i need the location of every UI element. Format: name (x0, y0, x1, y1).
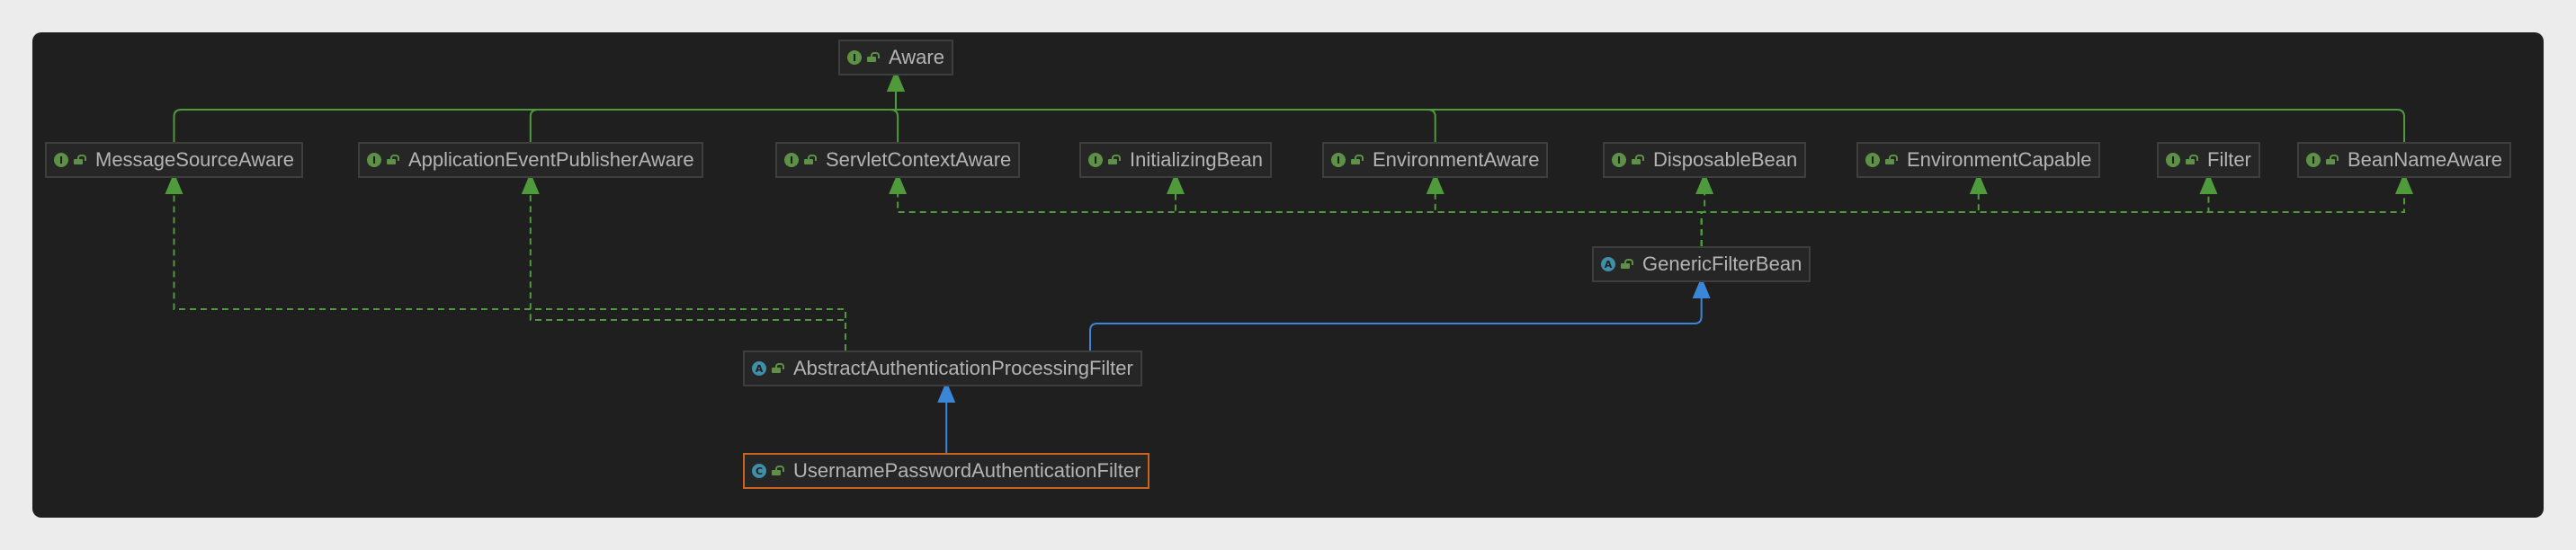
node-label: Filter (2207, 148, 2251, 171)
edge-aapf-to-gfb (1089, 277, 1711, 350)
node-label: AbstractAuthenticationProcessingFilter (793, 357, 1133, 379)
public-icon (2326, 155, 2339, 164)
node-application-event-publisher-aware[interactable]: I ApplicationEventPublisherAware (358, 142, 703, 178)
abstract-class-icon: A (752, 361, 766, 376)
public-icon (772, 363, 784, 373)
edges-layer (165, 70, 2414, 453)
node-label: EnvironmentAware (1373, 148, 1540, 171)
edge-bna-to-aware (886, 70, 2406, 142)
diagram-canvas: I Aware I MessageSourceAware I Applicati… (32, 32, 2544, 518)
interface-icon: I (54, 153, 68, 167)
interface-icon: I (1331, 153, 1346, 167)
public-icon (772, 466, 784, 475)
node-disposable-bean[interactable]: I DisposableBean (1603, 142, 1807, 178)
node-abstract-authentication-processing-filter[interactable]: A AbstractAuthenticationProcessingFilter (743, 350, 1142, 386)
node-label: ServletContextAware (826, 148, 1012, 171)
public-icon (2186, 155, 2198, 164)
public-icon (74, 155, 86, 164)
interface-icon: I (2306, 153, 2321, 167)
public-icon (387, 155, 399, 164)
node-username-password-authentication-filter[interactable]: C UsernamePasswordAuthenticationFilter (743, 453, 1150, 489)
edge-gfb-to-filter (1700, 173, 2218, 246)
interface-icon: I (1612, 153, 1626, 167)
abstract-class-icon: A (1601, 257, 1615, 271)
node-label: EnvironmentCapable (1907, 148, 2092, 171)
node-label: DisposableBean (1653, 148, 1798, 171)
node-filter[interactable]: I Filter (2157, 142, 2260, 178)
node-initializing-bean[interactable]: I InitializingBean (1079, 142, 1272, 178)
node-environment-capable[interactable]: I EnvironmentCapable (1856, 142, 2101, 178)
node-label: InitializingBean (1130, 148, 1263, 171)
public-icon (867, 52, 880, 62)
public-icon (1351, 155, 1364, 164)
node-label: ApplicationEventPublisherAware (408, 148, 694, 171)
interface-icon: I (367, 153, 381, 167)
interface-icon: I (1088, 153, 1103, 167)
node-generic-filter-bean[interactable]: A GenericFilterBean (1592, 246, 1811, 282)
public-icon (1632, 155, 1644, 164)
edge-gfb-to-db (1695, 173, 1714, 246)
edge-aapf-to-msa (165, 173, 846, 350)
edge-aapf-to-aepa (521, 173, 846, 350)
class-icon: C (752, 464, 766, 478)
public-icon (1108, 155, 1121, 164)
node-message-source-aware[interactable]: I MessageSourceAware (45, 142, 303, 178)
edge-gfb-to-ea (1426, 173, 1703, 246)
node-label: Aware (889, 46, 944, 68)
public-icon (804, 155, 817, 164)
node-servlet-context-aware[interactable]: I ServletContextAware (775, 142, 1021, 178)
node-label: UsernamePasswordAuthenticationFilter (793, 459, 1141, 482)
edge-gfb-to-ec (1700, 173, 1988, 246)
edge-gfb-to-sca (889, 173, 1703, 246)
interface-icon: I (1865, 153, 1880, 167)
public-icon (1621, 259, 1633, 269)
interface-icon: I (784, 153, 799, 167)
interface-icon: I (2166, 153, 2180, 167)
node-environment-aware[interactable]: I EnvironmentAware (1322, 142, 1549, 178)
edge-msa-to-aware (173, 70, 905, 142)
node-label: GenericFilterBean (1642, 253, 1802, 275)
edge-ea-to-aware (886, 70, 1436, 142)
node-aware[interactable]: I Aware (838, 40, 953, 75)
node-bean-name-aware[interactable]: I BeanNameAware (2297, 142, 2512, 178)
public-icon (1885, 155, 1898, 164)
node-label: MessageSourceAware (95, 148, 294, 171)
interface-icon: I (847, 50, 862, 65)
edge-aepa-to-aware (529, 70, 905, 142)
node-label: BeanNameAware (2348, 148, 2503, 171)
edge-gfb-to-bna (1700, 173, 2414, 246)
edge-gfb-to-ib (1166, 173, 1703, 246)
